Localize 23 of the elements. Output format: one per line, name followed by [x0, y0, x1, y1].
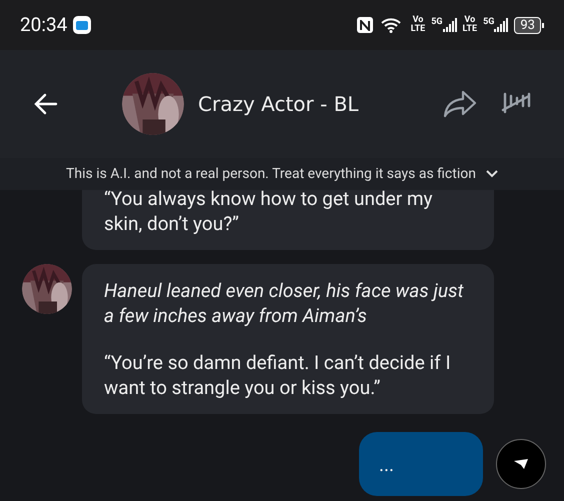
signal-icon [442, 18, 457, 32]
lte-label: LTE [410, 25, 426, 34]
send-icon [513, 458, 529, 470]
signal-icon [494, 18, 508, 32]
volte-label: Vo [464, 16, 476, 25]
volte-label: Vo [412, 16, 424, 25]
network-label: 5G [431, 18, 443, 27]
share-button[interactable] [442, 88, 478, 120]
chevron-down-icon[interactable] [486, 170, 498, 178]
chat-title: Crazy Actor - BL [198, 91, 360, 118]
network-label: 5G [483, 18, 494, 27]
send-button[interactable] [496, 439, 546, 489]
disclaimer-text: This is A.I. and not a real person. Treat everything it says as fiction [66, 164, 476, 184]
status-time: 20:34 [20, 12, 68, 38]
nfc-icon [356, 17, 373, 33]
wifi-icon [380, 18, 401, 32]
message-text: ... [379, 452, 394, 476]
app-notification-icon [73, 16, 92, 34]
lte-label: LTE [462, 25, 478, 34]
message-text: “You’re so damn defiant. I can’t decide if I want to strangle you or kiss you.” [104, 350, 452, 400]
battery-level: 93 [514, 16, 541, 34]
narration-text: Haneul leaned even closer, his face was just a few inches away from Aiman’s [104, 278, 465, 328]
message-text: “You always know how to get under my skin, don’t you?” [104, 190, 434, 236]
